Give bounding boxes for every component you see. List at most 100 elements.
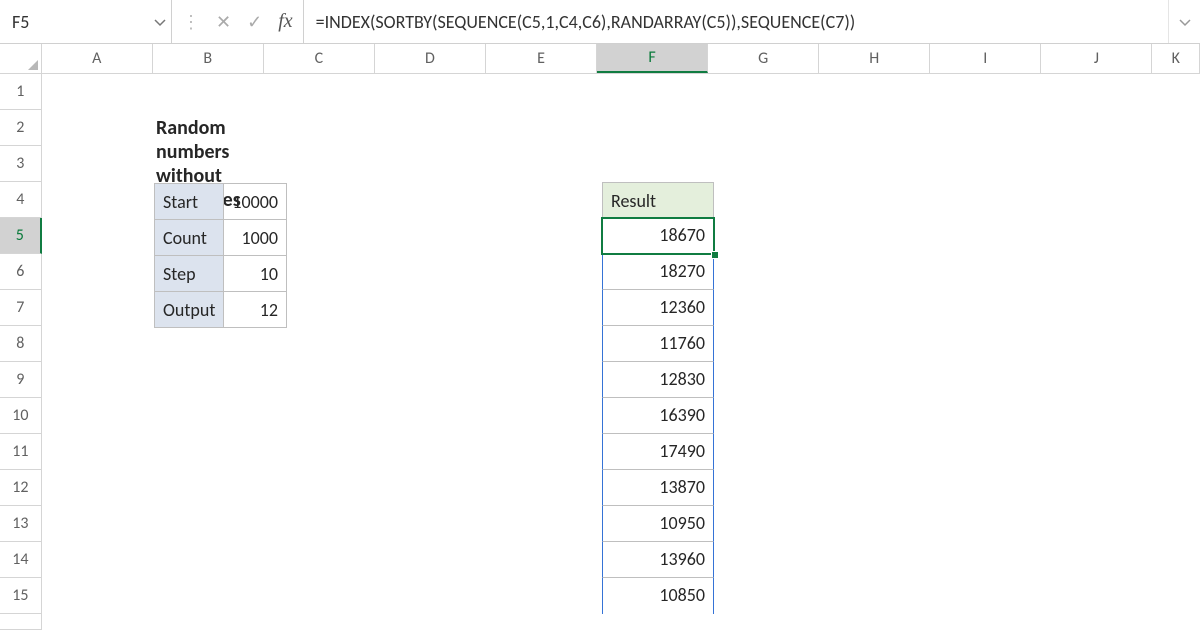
cell-H11[interactable]: [819, 434, 930, 470]
cell-K15[interactable]: [1152, 578, 1200, 614]
row-header-7[interactable]: 7: [0, 290, 42, 326]
cell-B12[interactable]: [153, 470, 264, 506]
param-label[interactable]: Count: [155, 220, 224, 256]
cell-E15[interactable]: [486, 578, 597, 614]
cell-E11[interactable]: [486, 434, 597, 470]
cell-C13[interactable]: [264, 506, 375, 542]
row-header-4[interactable]: 4: [0, 182, 42, 218]
cell-B11[interactable]: [153, 434, 264, 470]
row-header-16[interactable]: [0, 614, 42, 630]
cell-A5[interactable]: [42, 218, 153, 254]
cell-B8[interactable]: [153, 326, 264, 362]
cell-J9[interactable]: [1041, 362, 1152, 398]
cell-A3[interactable]: [42, 146, 153, 182]
cell-K13[interactable]: [1152, 506, 1200, 542]
cell-H2[interactable]: [819, 110, 930, 146]
cell-A11[interactable]: [42, 434, 153, 470]
cell-E4[interactable]: [486, 182, 597, 218]
cell-D13[interactable]: [375, 506, 486, 542]
cell-D6[interactable]: [375, 254, 486, 290]
cell-C14[interactable]: [264, 542, 375, 578]
row-header-2[interactable]: 2: [0, 110, 42, 146]
cell-C8[interactable]: [264, 326, 375, 362]
cell-H12[interactable]: [819, 470, 930, 506]
cell-I5[interactable]: [930, 218, 1041, 254]
cell-F1[interactable]: [597, 74, 708, 110]
cell-H10[interactable]: [819, 398, 930, 434]
cell-G2[interactable]: [708, 110, 819, 146]
cell-E9[interactable]: [486, 362, 597, 398]
cell-H4[interactable]: [819, 182, 930, 218]
result-cell[interactable]: 13870: [602, 470, 714, 506]
cell-H3[interactable]: [819, 146, 930, 182]
cell-I10[interactable]: [930, 398, 1041, 434]
param-value[interactable]: 10000: [224, 184, 287, 220]
cell-B13[interactable]: [153, 506, 264, 542]
col-header-B[interactable]: B: [153, 44, 264, 73]
row-header-5[interactable]: 5: [0, 218, 42, 254]
cell-I1[interactable]: [930, 74, 1041, 110]
cell-C10[interactable]: [264, 398, 375, 434]
cell-J1[interactable]: [1041, 74, 1152, 110]
result-cell[interactable]: 12830: [602, 362, 714, 398]
cell-A14[interactable]: [42, 542, 153, 578]
cell-A1[interactable]: [42, 74, 153, 110]
cell-H9[interactable]: [819, 362, 930, 398]
cell-I14[interactable]: [930, 542, 1041, 578]
param-value[interactable]: 1000: [224, 220, 287, 256]
col-header-C[interactable]: C: [264, 44, 375, 73]
result-cell[interactable]: 18270: [602, 254, 714, 290]
cell-E5[interactable]: [486, 218, 597, 254]
cell-J14[interactable]: [1041, 542, 1152, 578]
param-label[interactable]: Start: [155, 184, 224, 220]
cell-B10[interactable]: [153, 398, 264, 434]
cell-C11[interactable]: [264, 434, 375, 470]
col-header-F[interactable]: F: [597, 44, 708, 73]
col-header-G[interactable]: G: [708, 44, 819, 73]
cell-J7[interactable]: [1041, 290, 1152, 326]
cell-J13[interactable]: [1041, 506, 1152, 542]
cell-G14[interactable]: [708, 542, 819, 578]
cell-K10[interactable]: [1152, 398, 1200, 434]
row-header-13[interactable]: 13: [0, 506, 42, 542]
cell-J10[interactable]: [1041, 398, 1152, 434]
row-header-10[interactable]: 10: [0, 398, 42, 434]
formula-input[interactable]: =INDEX(SORTBY(SEQUENCE(C5,1,C4,C6),RANDA…: [304, 0, 1168, 43]
row-header-11[interactable]: 11: [0, 434, 42, 470]
cell-G15[interactable]: [708, 578, 819, 614]
cell-D15[interactable]: [375, 578, 486, 614]
cell-E14[interactable]: [486, 542, 597, 578]
cell-A2[interactable]: [42, 110, 153, 146]
col-header-A[interactable]: A: [42, 44, 153, 73]
cell-J3[interactable]: [1041, 146, 1152, 182]
cell-E3[interactable]: [486, 146, 597, 182]
cell-H8[interactable]: [819, 326, 930, 362]
cell-A9[interactable]: [42, 362, 153, 398]
cell-D4[interactable]: [375, 182, 486, 218]
cell-D9[interactable]: [375, 362, 486, 398]
cell-A15[interactable]: [42, 578, 153, 614]
cell-K5[interactable]: [1152, 218, 1200, 254]
cell-E1[interactable]: [486, 74, 597, 110]
row-header-14[interactable]: 14: [0, 542, 42, 578]
cell-B15[interactable]: [153, 578, 264, 614]
cell-K9[interactable]: [1152, 362, 1200, 398]
cell-I13[interactable]: [930, 506, 1041, 542]
cell-G13[interactable]: [708, 506, 819, 542]
row-header-8[interactable]: 8: [0, 326, 42, 362]
cell-C1[interactable]: [264, 74, 375, 110]
cell-B9[interactable]: [153, 362, 264, 398]
name-box[interactable]: F5: [0, 0, 172, 43]
row-header-9[interactable]: 9: [0, 362, 42, 398]
cell-J8[interactable]: [1041, 326, 1152, 362]
cell-D3[interactable]: [375, 146, 486, 182]
result-cell[interactable]: 12360: [602, 290, 714, 326]
cell-A7[interactable]: [42, 290, 153, 326]
name-box-dropdown-icon[interactable]: [153, 15, 167, 29]
cell-H15[interactable]: [819, 578, 930, 614]
result-cell[interactable]: 17490: [602, 434, 714, 470]
cell-D7[interactable]: [375, 290, 486, 326]
formula-bar-expand-icon[interactable]: [1168, 0, 1200, 43]
cell-F3[interactable]: [597, 146, 708, 182]
result-cell[interactable]: 10850: [602, 578, 714, 614]
